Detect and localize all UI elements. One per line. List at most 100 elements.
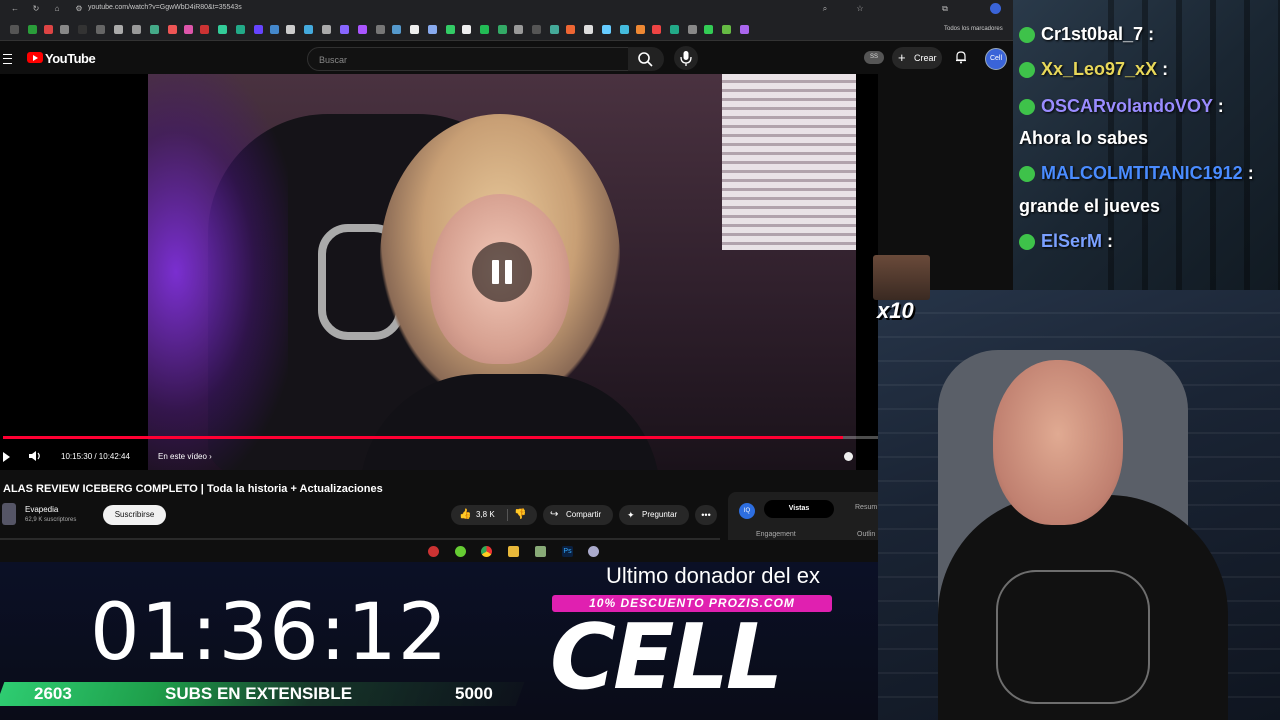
bookmark-icon[interactable]	[254, 25, 263, 34]
thumbs-up-icon[interactable]: 👍	[459, 505, 471, 525]
chapters-label: En este vídeo	[158, 452, 207, 461]
pause-icon[interactable]	[472, 242, 532, 302]
account-avatar[interactable]: Cell	[985, 48, 1007, 70]
bookmark-icon[interactable]	[304, 25, 313, 34]
channel-name[interactable]: Evapedia	[25, 505, 58, 514]
address-bar[interactable]: ← ↻ ⌂ ⚙ youtube.com/watch?v=GgwWbD4iR80&…	[0, 0, 1013, 20]
bookmark-icon[interactable]	[584, 25, 593, 34]
bookmark-icon[interactable]	[410, 25, 419, 34]
bookmark-icon[interactable]	[532, 25, 541, 34]
thumbs-down-icon[interactable]: 👎	[514, 505, 526, 525]
chat-text: :	[1212, 96, 1224, 116]
bookmark-icon[interactable]	[168, 25, 177, 34]
bookmark-icon[interactable]	[636, 25, 645, 34]
search-input[interactable]	[317, 52, 621, 68]
bookmark-icon[interactable]	[184, 25, 193, 34]
like-count[interactable]: 3,8 K	[476, 505, 495, 525]
channel-avatar[interactable]	[2, 503, 16, 525]
video-frame[interactable]	[148, 74, 856, 470]
tab-views[interactable]: Vistas	[764, 500, 834, 518]
minecraft-icon[interactable]	[535, 546, 546, 557]
bookmarks-folder[interactable]: Todos los marcadores	[944, 26, 1003, 32]
bookmark-icon[interactable]	[132, 25, 141, 34]
youtube-logo-icon[interactable]	[27, 52, 43, 63]
bookmark-icon[interactable]	[620, 25, 629, 34]
bookmark-icon[interactable]	[10, 25, 19, 34]
emote-multiplier: x10	[877, 298, 914, 323]
bookmark-icon[interactable]	[28, 25, 37, 34]
bookmark-icon[interactable]	[722, 25, 731, 34]
bookmark-icon[interactable]	[446, 25, 455, 34]
bookmark-icon[interactable]	[236, 25, 245, 34]
site-info-icon[interactable]: ⚙	[74, 4, 84, 14]
zoom-icon[interactable]: ⌕	[820, 4, 830, 14]
app-icon[interactable]	[588, 546, 599, 557]
bookmark-icon[interactable]	[704, 25, 713, 34]
search-button[interactable]	[628, 47, 664, 71]
chapters-button[interactable]: En este vídeo ›	[158, 452, 212, 461]
chat-text: :	[1242, 163, 1254, 183]
chat-username: OSCARvolandoVOY	[1041, 96, 1213, 116]
bookmark-icon[interactable]	[670, 25, 679, 34]
engagement-label: Engagement	[756, 531, 796, 538]
autoplay-toggle-icon[interactable]	[844, 452, 853, 461]
chat-message: Xx_Leo97_xX :	[1019, 59, 1168, 80]
bookmark-icon[interactable]	[566, 25, 575, 34]
voice-search-button[interactable]	[674, 46, 698, 70]
panel-app-icon[interactable]: IQ	[739, 503, 755, 519]
ss-badge[interactable]: SS	[864, 51, 884, 64]
bookmark-icon[interactable]	[44, 25, 53, 34]
notifications-bell-icon[interactable]	[954, 50, 968, 64]
tab-summary[interactable]: Resum	[855, 504, 877, 511]
bookmark-star-icon[interactable]: ☆	[855, 4, 865, 14]
play-icon[interactable]	[3, 452, 10, 462]
bookmark-icon[interactable]	[96, 25, 105, 34]
file-explorer-icon[interactable]	[508, 546, 519, 557]
share-button[interactable]: ↪ Compartir	[543, 505, 613, 525]
chrome-icon[interactable]	[481, 546, 492, 557]
bookmark-icon[interactable]	[498, 25, 507, 34]
bookmark-icon[interactable]	[376, 25, 385, 34]
bookmark-icon[interactable]	[60, 25, 69, 34]
chat-message: Cr1st0bal_7 :	[1019, 24, 1154, 45]
ask-button[interactable]: ✦ Preguntar	[619, 505, 689, 525]
more-actions-button[interactable]: •••	[695, 505, 717, 525]
video-scene-window	[722, 74, 856, 250]
volume-icon[interactable]	[28, 449, 42, 463]
bookmark-icon[interactable]	[200, 25, 209, 34]
extensions-icon[interactable]: ⧉	[940, 4, 950, 14]
youtube-logo-text[interactable]: YouTube	[45, 51, 96, 66]
create-button[interactable]: + Crear	[892, 47, 942, 69]
xbox-icon[interactable]	[455, 546, 466, 557]
bookmark-icon[interactable]	[150, 25, 159, 34]
photoshop-icon[interactable]: Ps	[562, 546, 573, 557]
url-text[interactable]: youtube.com/watch?v=GgwWbD4iR80&t=35543s	[88, 4, 242, 11]
bookmark-icon[interactable]	[340, 25, 349, 34]
screen-record-icon[interactable]	[428, 546, 439, 557]
bookmark-icon[interactable]	[286, 25, 295, 34]
bookmark-icon[interactable]	[358, 25, 367, 34]
progress-bar[interactable]	[3, 436, 878, 439]
back-icon[interactable]: ←	[10, 4, 20, 14]
home-icon[interactable]: ⌂	[52, 4, 62, 14]
bookmark-icon[interactable]	[550, 25, 559, 34]
bookmark-icon[interactable]	[602, 25, 611, 34]
bookmark-icon[interactable]	[218, 25, 227, 34]
video-player[interactable]	[0, 74, 878, 470]
hamburger-menu-icon[interactable]	[3, 54, 12, 64]
bookmark-icon[interactable]	[78, 25, 87, 34]
profile-icon[interactable]	[990, 3, 1001, 14]
bookmark-icon[interactable]	[480, 25, 489, 34]
bookmark-icon[interactable]	[740, 25, 749, 34]
bookmark-icon[interactable]	[322, 25, 331, 34]
bookmark-icon[interactable]	[270, 25, 279, 34]
bookmark-icon[interactable]	[688, 25, 697, 34]
bookmark-icon[interactable]	[392, 25, 401, 34]
bookmark-icon[interactable]	[514, 25, 523, 34]
reload-icon[interactable]: ↻	[31, 4, 41, 14]
subscribe-button[interactable]: Suscribirse	[103, 505, 166, 525]
bookmark-icon[interactable]	[428, 25, 437, 34]
bookmark-icon[interactable]	[462, 25, 471, 34]
bookmark-icon[interactable]	[652, 25, 661, 34]
bookmark-icon[interactable]	[114, 25, 123, 34]
